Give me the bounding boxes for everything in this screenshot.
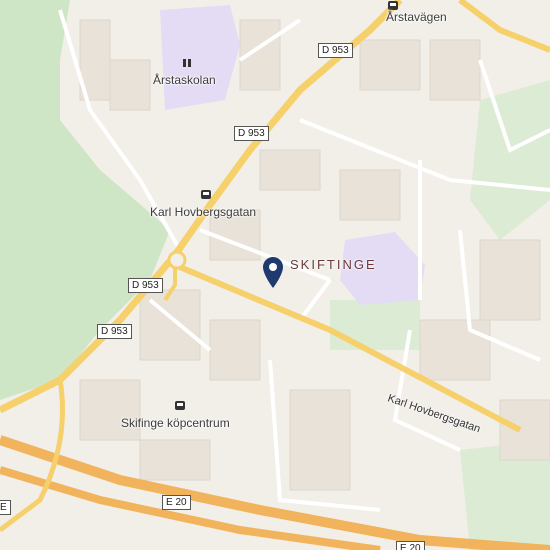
location-pin-icon[interactable] <box>262 256 284 290</box>
bus-stop-label[interactable]: Årstavägen <box>386 10 447 24</box>
bus-stop-icon[interactable] <box>174 400 186 412</box>
district-label: SKIFTINGE <box>290 257 377 272</box>
road-shield-d953: D 953 <box>97 324 132 339</box>
road-shield-e20: E 20 <box>396 541 425 550</box>
bus-stop-label[interactable]: Skifinge köpcentrum <box>121 416 230 430</box>
bus-stop-label[interactable]: Karl Hovbergsgatan <box>150 205 256 219</box>
road-shield-d953: D 953 <box>318 43 353 58</box>
school-label[interactable]: Årstaskolan <box>153 73 216 87</box>
map-canvas[interactable]: D 953 D 953 D 953 D 953 E 20 E 20 E Årst… <box>0 0 550 550</box>
bus-stop-icon[interactable] <box>200 189 212 201</box>
road-shield-d953: D 953 <box>128 278 163 293</box>
road-shield-e20: E <box>0 500 11 515</box>
road-shield-d953: D 953 <box>234 126 269 141</box>
school-icon[interactable] <box>181 57 193 69</box>
road-shield-e20: E 20 <box>162 495 191 510</box>
